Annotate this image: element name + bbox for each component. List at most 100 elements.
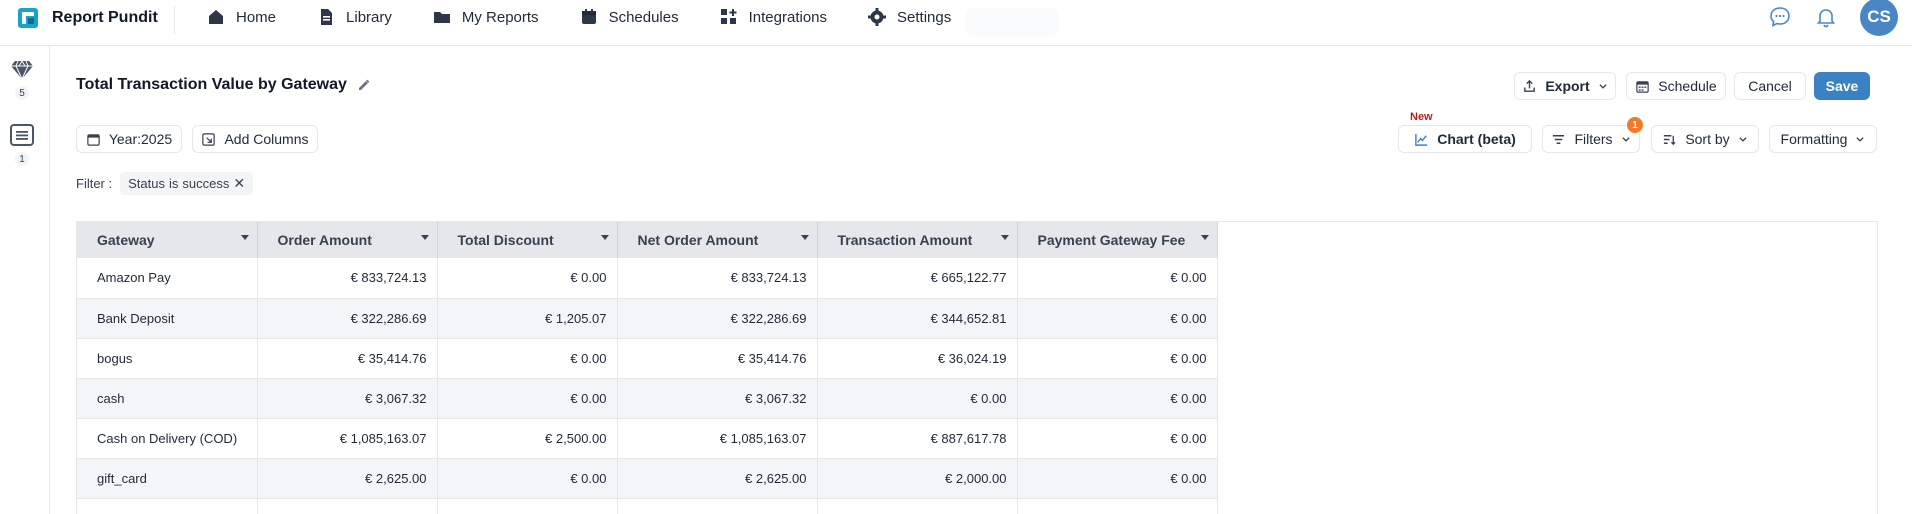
calendar-icon (1636, 80, 1650, 93)
table-cell: € 0.00 (1017, 298, 1218, 339)
brand-name: Report Pundit (52, 9, 158, 26)
save-button[interactable]: Save (1814, 72, 1870, 100)
chart-beta-label: Chart (beta) (1437, 131, 1516, 147)
chevron-down-icon (1739, 137, 1747, 142)
nav-home-label: Home (236, 8, 277, 26)
table-cell: € 0.00 (437, 258, 618, 299)
table-cell: € 2,000.00 (817, 458, 1018, 499)
table-cell: gift_card (77, 458, 258, 499)
export-label: Export (1545, 78, 1590, 94)
user-avatar[interactable]: CS (1860, 0, 1898, 36)
table-cell: € 0.00 (1017, 458, 1218, 499)
table-cell: € 1,085,163.07 (257, 418, 438, 459)
table-cell: € 2,500.00 (437, 418, 618, 459)
column-header-label: Transaction Amount (837, 232, 973, 248)
edit-pencil-icon[interactable] (357, 78, 371, 92)
nav-schedules[interactable]: Schedules (579, 7, 679, 27)
formatting-button[interactable]: Formatting (1769, 125, 1877, 153)
schedule-button[interactable]: Schedule (1626, 72, 1726, 100)
sort-by-button[interactable]: Sort by (1651, 125, 1759, 153)
add-columns-label: Add Columns (224, 131, 309, 147)
main-nav: Home Library My Reports Schedules Integr… (206, 0, 991, 34)
gem-icon (11, 60, 33, 80)
table-cell: € 887,617.78 (817, 418, 1018, 459)
table-cell: € 36,024.19 (817, 338, 1018, 379)
sort-caret-icon[interactable] (600, 235, 609, 240)
active-filters-row: Filter : Status is success ✕ (76, 172, 254, 195)
table-cell: € 0.00 (817, 378, 1018, 419)
bell-icon[interactable] (1814, 5, 1838, 29)
column-header-net-order-amount[interactable]: Net Order Amount (617, 222, 818, 258)
gear-icon (868, 8, 887, 26)
column-header-label: Net Order Amount (637, 232, 759, 248)
column-header-label: Gateway (97, 232, 155, 248)
table-cell: € 0.00 (1017, 378, 1218, 419)
export-button[interactable]: Export (1514, 72, 1616, 100)
column-header-transaction-amount[interactable]: Transaction Amount (817, 222, 1018, 258)
nav-library[interactable]: Library (316, 7, 392, 27)
save-label: Save (1825, 78, 1859, 94)
sort-caret-icon[interactable] (1200, 235, 1209, 240)
table-cell: € 322,286.69 (257, 298, 438, 339)
table-cell: € 344,652.81 (817, 298, 1018, 339)
sort-caret-icon[interactable] (800, 235, 809, 240)
chat-icon[interactable] (1768, 5, 1792, 29)
filter-chip-status[interactable]: Status is success ✕ (120, 172, 254, 195)
table-cell (617, 498, 818, 514)
cancel-button[interactable]: Cancel (1734, 72, 1806, 100)
table-cell: € 1,205.07 (437, 298, 618, 339)
filters-count-badge: 1 (1627, 117, 1643, 133)
filter-lines-icon (1553, 134, 1565, 144)
nav-library-label: Library (346, 8, 392, 26)
filters-button[interactable]: Filters (1542, 125, 1640, 153)
home-icon (209, 10, 223, 24)
table-header-row: Gateway Order Amount Total Discount Net … (77, 222, 1218, 258)
report-table-card: Gateway Order Amount Total Discount Net … (76, 221, 1878, 514)
sort-icon (1664, 134, 1676, 145)
nav-integrations[interactable]: Integrations (719, 7, 827, 27)
nav-settings[interactable]: Settings (867, 7, 951, 27)
nav-settings-label: Settings (897, 8, 952, 26)
year-label: Year:2025 (108, 131, 173, 147)
table-cell: € 322,286.69 (617, 298, 818, 339)
table-cell: Bank Deposit (77, 298, 258, 339)
rail-item-list[interactable]: 1 (0, 122, 44, 166)
calendar-icon (87, 133, 100, 146)
chart-beta-button[interactable]: Chart (beta) (1398, 125, 1532, 153)
table-cell: bogus (77, 338, 258, 379)
rail-item-gems[interactable]: 5 (0, 56, 44, 100)
table-cell: € 2,625.00 (617, 458, 818, 499)
table-cell: € 3,067.32 (257, 378, 438, 419)
table-row: gift_card € 2,625.00 € 0.00 € 2,625.00 €… (77, 458, 1218, 499)
column-header-gateway[interactable]: Gateway (77, 222, 258, 258)
cancel-label: Cancel (1748, 78, 1792, 94)
remove-filter-icon[interactable]: ✕ (233, 175, 245, 192)
filter-operator: is (168, 176, 179, 191)
nav-home[interactable]: Home (206, 7, 276, 27)
column-header-label: Payment Gateway Fee (1037, 232, 1186, 248)
add-columns-button[interactable]: Add Columns (192, 125, 318, 153)
table-cell: € 0.00 (437, 458, 618, 499)
table-row: Amazon Pay € 833,724.13 € 0.00 € 833,724… (77, 258, 1218, 299)
column-header-payment-gateway-fee[interactable]: Payment Gateway Fee (1017, 222, 1218, 258)
sort-by-label: Sort by (1685, 131, 1730, 147)
table-cell: € 1,085,163.07 (617, 418, 818, 459)
table-cell: € 0.00 (437, 378, 618, 419)
column-header-order-amount[interactable]: Order Amount (257, 222, 438, 258)
table-cell: € 665,122.77 (817, 258, 1018, 299)
line-chart-icon (1415, 133, 1428, 146)
nav-my-reports[interactable]: My Reports (432, 7, 539, 27)
top-right-actions: CS (1768, 0, 1898, 36)
sort-caret-icon[interactable] (420, 235, 429, 240)
top-navbar: Report Pundit Home Library My Reports Sc… (0, 0, 1912, 46)
brand[interactable]: Report Pundit (18, 8, 158, 28)
table-cell: € 35,414.76 (257, 338, 438, 379)
table-row: Bank Deposit € 322,286.69 € 1,205.07 € 3… (77, 298, 1218, 339)
upload-icon (1524, 79, 1536, 92)
column-header-total-discount[interactable]: Total Discount (437, 222, 618, 258)
sort-caret-icon[interactable] (240, 235, 249, 240)
calendar-icon (581, 9, 596, 24)
year-filter-button[interactable]: Year:2025 (76, 125, 182, 153)
sort-caret-icon[interactable] (1000, 235, 1009, 240)
list-icon (10, 124, 34, 146)
